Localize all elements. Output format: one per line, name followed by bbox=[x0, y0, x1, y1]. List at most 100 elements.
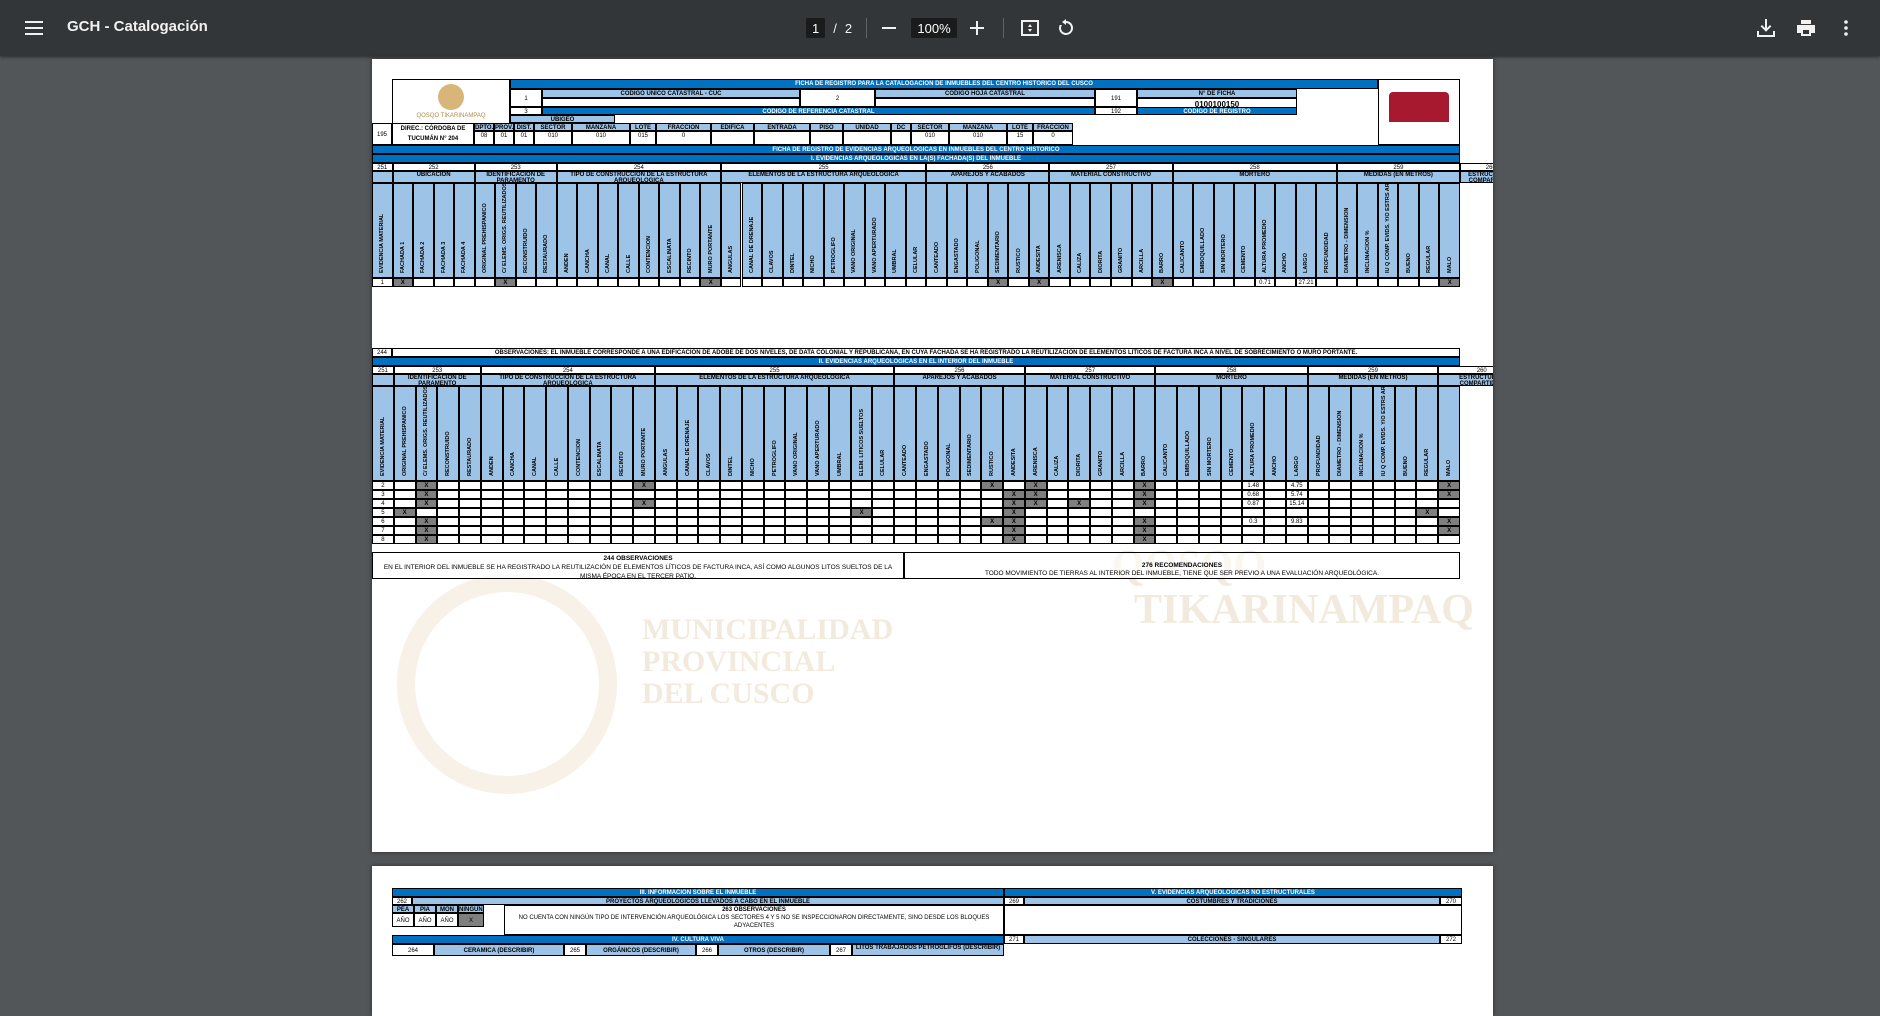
column-header: CANTEADO bbox=[926, 183, 947, 278]
column-label: ARENISCA bbox=[1032, 447, 1039, 476]
more-options-button[interactable] bbox=[1826, 0, 1866, 56]
column-label: RECINTO bbox=[687, 248, 694, 273]
table-cell bbox=[1111, 278, 1132, 287]
table-cell bbox=[611, 535, 634, 544]
group-label: APAREJOS Y ACABADOS bbox=[926, 171, 1050, 183]
table-cell bbox=[894, 499, 916, 508]
table-cell bbox=[1068, 535, 1091, 544]
column-header: ESCALINATA bbox=[659, 183, 680, 278]
table-cell bbox=[785, 526, 808, 535]
altura-value: 0.3 bbox=[1242, 517, 1265, 526]
table-cell bbox=[1069, 278, 1091, 287]
menu-icon[interactable] bbox=[14, 8, 54, 48]
table-cell bbox=[1351, 490, 1373, 499]
altura-value: 1.48 bbox=[1242, 481, 1265, 490]
watermark-line: MUNICIPALIDAD bbox=[642, 613, 894, 646]
rotate-icon[interactable] bbox=[1046, 8, 1086, 48]
column-header: PROFUNDIDAD bbox=[1316, 183, 1337, 278]
mark-x: X bbox=[1025, 500, 1046, 507]
print-icon[interactable] bbox=[1786, 8, 1826, 48]
column-label: ANDESITA bbox=[1010, 448, 1017, 476]
table-cell bbox=[515, 278, 537, 287]
table-cell bbox=[782, 278, 804, 287]
watermark-line: PROVINCIAL bbox=[642, 645, 836, 678]
mark-x: X bbox=[1439, 527, 1459, 534]
table-cell bbox=[1177, 508, 1199, 517]
field-code: 262 bbox=[392, 897, 412, 905]
column-header: IU Q COMP. EVIDS. Y/O ESTRS ARQS bbox=[1377, 183, 1399, 278]
zoom-out-icon[interactable] bbox=[869, 8, 909, 48]
table-cell bbox=[1155, 535, 1178, 544]
mark-x: X bbox=[1069, 500, 1090, 507]
table-cell bbox=[524, 508, 547, 517]
table-cell bbox=[720, 490, 742, 499]
registro-label: CODIGO DE REGISTRO bbox=[1137, 107, 1297, 115]
fit-page-icon[interactable] bbox=[1010, 8, 1050, 48]
rotate-button[interactable] bbox=[1046, 0, 1086, 56]
group-code: 258 bbox=[1155, 366, 1308, 374]
zoom-in-button[interactable] bbox=[957, 0, 997, 56]
column-header: ARENISCA bbox=[1049, 183, 1070, 278]
fit-page-button[interactable] bbox=[1010, 0, 1050, 56]
table-cell bbox=[1372, 499, 1395, 508]
column-label: ENGASTADO bbox=[954, 238, 961, 273]
page-number-input[interactable]: 1 bbox=[805, 18, 826, 38]
column-header: ARCILLA bbox=[1111, 386, 1134, 481]
table-cell bbox=[437, 517, 460, 526]
table-cell bbox=[546, 517, 568, 526]
zoom-level[interactable]: 100% bbox=[910, 0, 958, 56]
download-icon[interactable] bbox=[1746, 8, 1786, 48]
table-cell bbox=[720, 508, 742, 517]
group-label: ELEMENTOS DE LA ESTRUCTURA ARQUEOLOGICA bbox=[654, 374, 895, 386]
ref-header: DPTO. bbox=[474, 123, 494, 131]
field-code: 271 bbox=[1004, 935, 1024, 944]
column-header: ENGASTADO bbox=[946, 183, 968, 278]
zoom-out-button[interactable] bbox=[869, 0, 909, 56]
column-header: ORIGINAL PREHISPANICO bbox=[393, 386, 416, 481]
field-code: 272 bbox=[1440, 935, 1462, 944]
column-label: CLAVOS bbox=[769, 250, 776, 273]
table-cell bbox=[1090, 535, 1112, 544]
otros-label: OTROS (DESCRIBIR) bbox=[718, 944, 830, 956]
zoom-input[interactable]: 100% bbox=[911, 18, 957, 38]
column-label: SEDIMENTARIO bbox=[995, 231, 1002, 273]
table-cell bbox=[823, 278, 845, 287]
ref-value bbox=[754, 131, 810, 145]
table-cell bbox=[502, 508, 525, 517]
table-cell bbox=[1264, 499, 1286, 508]
column-header: VANO ORIGINAL bbox=[785, 386, 808, 481]
table-cell bbox=[589, 508, 612, 517]
table-cell bbox=[785, 517, 808, 526]
table-cell bbox=[459, 481, 481, 490]
more-vert-icon[interactable] bbox=[1826, 8, 1866, 48]
municipal-seal-icon bbox=[438, 84, 464, 110]
menu-button[interactable] bbox=[14, 0, 54, 56]
column-header: INCLINACION % bbox=[1357, 183, 1378, 278]
zoom-in-icon[interactable] bbox=[957, 8, 997, 48]
table-cell bbox=[807, 490, 829, 499]
table-cell bbox=[828, 481, 851, 490]
table-cell bbox=[1198, 535, 1221, 544]
table-cell bbox=[611, 490, 634, 499]
table-cell bbox=[459, 517, 481, 526]
table-cell bbox=[567, 481, 590, 490]
table-cell bbox=[393, 490, 416, 499]
column-header: CANCHA bbox=[577, 183, 598, 278]
table-cell bbox=[1155, 499, 1178, 508]
table-cell bbox=[1155, 508, 1178, 517]
print-button[interactable] bbox=[1786, 0, 1826, 56]
table-cell bbox=[1242, 535, 1265, 544]
group-label: IDENTIFICACION DE PARAMENTO bbox=[393, 374, 481, 386]
mark-x: X bbox=[988, 279, 1008, 286]
table-cell bbox=[1264, 508, 1286, 517]
table-cell bbox=[1049, 278, 1070, 287]
column-label: GRANITO bbox=[1097, 450, 1104, 476]
observaciones-proyectos: 263 OBSERVACIONES NO CUENTA CON NINGÚN T… bbox=[504, 905, 1004, 935]
table-cell bbox=[741, 508, 764, 517]
column-label: SEDIMENTARIO bbox=[967, 434, 974, 476]
project-year: AÑO bbox=[414, 913, 436, 927]
download-button[interactable] bbox=[1746, 0, 1786, 56]
heritage-logo-icon bbox=[1389, 92, 1449, 122]
ref-value bbox=[843, 131, 891, 145]
group-label: ESTRUCTURAS COMPARTIDAS bbox=[1438, 374, 1493, 386]
